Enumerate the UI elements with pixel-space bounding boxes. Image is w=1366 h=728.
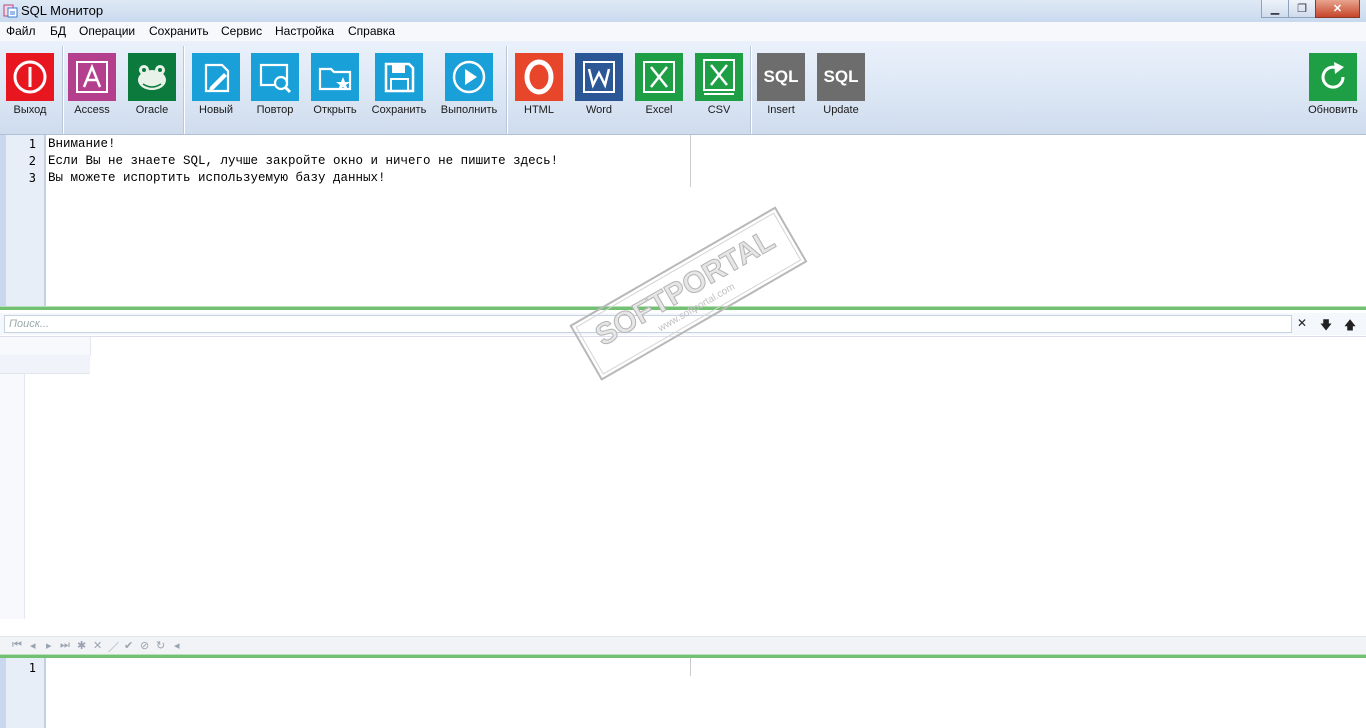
sql-insert-icon: SQL: [757, 53, 805, 101]
grid-row-header: [0, 337, 25, 619]
html-label: HTML: [524, 104, 554, 116]
right-margin-line: [690, 135, 691, 187]
open-label: Открыть: [313, 104, 357, 116]
save-icon: [384, 62, 415, 93]
restore-button[interactable]: ❐: [1288, 0, 1316, 18]
power-icon: [13, 60, 47, 94]
refresh-button[interactable]: Обновить: [1303, 53, 1363, 116]
code-line: Вы можете испортить используемую базу да…: [48, 171, 386, 185]
refresh-icon: [1321, 62, 1345, 89]
menu-file[interactable]: Файл: [6, 24, 36, 38]
line-number-gutter: 1: [0, 658, 46, 728]
access-label: Access: [74, 104, 110, 116]
clear-search-button[interactable]: ✕: [1293, 316, 1311, 332]
bottom-editor[interactable]: 1: [0, 658, 1366, 728]
line-number: 2: [28, 154, 36, 168]
folder-star-icon: [318, 67, 352, 91]
title-bar: SQL Монитор ▁ ❐ ✕: [0, 0, 1366, 23]
exit-label: Выход: [13, 104, 47, 116]
menu-db[interactable]: БД: [50, 24, 66, 38]
menu-help[interactable]: Справка: [348, 24, 395, 38]
exit-button[interactable]: Выход: [0, 53, 60, 116]
post-record-icon[interactable]: ✔: [124, 639, 133, 652]
export-csv-button[interactable]: CSV: [689, 53, 749, 116]
restore-icon: ❐: [1297, 3, 1307, 15]
search-window-icon: [259, 63, 292, 94]
sql-update-button[interactable]: SQL Update: [811, 53, 871, 116]
line-number: 1: [28, 661, 36, 675]
refresh-records-icon[interactable]: ↻: [156, 639, 165, 652]
frog-icon: [138, 65, 166, 90]
first-record-icon[interactable]: ⏮: [12, 639, 22, 652]
code-line: Если Вы не знаете SQL, лучше закройте ок…: [48, 154, 559, 168]
menu-bar: Файл БД Операции Сохранить Сервис Настро…: [0, 22, 1366, 42]
prior-record-icon[interactable]: ◂: [30, 639, 36, 652]
access-button[interactable]: Access: [62, 53, 122, 116]
oracle-button[interactable]: Oracle: [122, 53, 182, 116]
repeat-label: Повтор: [256, 104, 294, 116]
play-icon: [452, 60, 486, 94]
execute-button[interactable]: Выполнить: [439, 53, 499, 116]
menu-operations[interactable]: Операции: [79, 24, 135, 38]
excel-icon: [643, 61, 675, 93]
sql-update-icon: SQL: [817, 53, 865, 101]
csv-icon: [703, 59, 735, 95]
save-label: Сохранить: [371, 104, 427, 116]
execute-label: Выполнить: [440, 104, 498, 116]
minimize-icon: ▁: [1270, 3, 1280, 15]
word-label: Word: [585, 104, 613, 116]
save-button[interactable]: Сохранить: [369, 53, 429, 116]
update-label: Update: [823, 104, 859, 116]
next-record-icon[interactable]: ▸: [46, 639, 52, 652]
toolbar-separator: [183, 46, 185, 134]
export-html-button[interactable]: HTML: [509, 53, 569, 116]
insert-label: Insert: [767, 104, 795, 116]
new-label: Новый: [199, 104, 233, 116]
export-excel-button[interactable]: Excel: [629, 53, 689, 116]
opera-icon: [524, 59, 554, 95]
close-button[interactable]: ✕: [1315, 0, 1360, 18]
result-grid[interactable]: [0, 336, 1366, 637]
excel-label: Excel: [645, 104, 673, 116]
export-word-button[interactable]: Word: [569, 53, 629, 116]
repeat-button[interactable]: Повтор: [245, 53, 305, 116]
grid-navigator: ⏮ ◂ ▸ ⏭ ✱ ✕ ／ ✔ ⊘ ↻ ◂: [0, 636, 1366, 654]
line-number: 1: [28, 137, 36, 151]
open-button[interactable]: Открыть: [305, 53, 365, 116]
access-icon: [76, 61, 108, 93]
sql-insert-button[interactable]: SQL Insert: [751, 53, 811, 116]
last-record-icon[interactable]: ⏭: [60, 639, 70, 652]
line-number-gutter: 1 2 3: [0, 135, 46, 306]
csv-label: CSV: [707, 104, 731, 116]
insert-record-icon[interactable]: ✱: [77, 639, 86, 652]
search-previous-button[interactable]: 🡅: [1341, 316, 1359, 332]
oracle-label: Oracle: [135, 104, 169, 116]
refresh-label: Обновить: [1308, 104, 1358, 116]
scroll-left-icon[interactable]: ◂: [174, 639, 180, 652]
minimize-button[interactable]: ▁: [1261, 0, 1289, 18]
right-margin-line: [690, 658, 691, 676]
toolbar-separator: [506, 46, 508, 134]
toolbar: Выход Access Oracle Новый Повтор Открыть…: [0, 41, 1366, 135]
edit-record-icon[interactable]: ／: [108, 639, 119, 655]
search-next-button[interactable]: 🡇: [1317, 316, 1335, 332]
menu-service[interactable]: Сервис: [221, 24, 262, 38]
menu-settings[interactable]: Настройка: [275, 24, 334, 38]
app-icon: [3, 4, 18, 18]
grid-column-header[interactable]: [24, 337, 91, 356]
code-line: Внимание!: [48, 137, 116, 151]
word-icon: [583, 61, 615, 93]
sql-update-tile-text: SQL: [823, 67, 859, 86]
close-icon: ✕: [1332, 3, 1343, 15]
new-document-icon: [204, 63, 230, 93]
table-row[interactable]: [0, 355, 90, 374]
menu-save[interactable]: Сохранить: [149, 24, 209, 38]
delete-record-icon[interactable]: ✕: [93, 639, 102, 652]
line-number: 3: [28, 171, 36, 185]
cancel-record-icon[interactable]: ⊘: [140, 639, 149, 652]
sql-insert-tile-text: SQL: [763, 67, 799, 86]
window-title: SQL Монитор: [21, 3, 104, 18]
new-button[interactable]: Новый: [186, 53, 246, 116]
